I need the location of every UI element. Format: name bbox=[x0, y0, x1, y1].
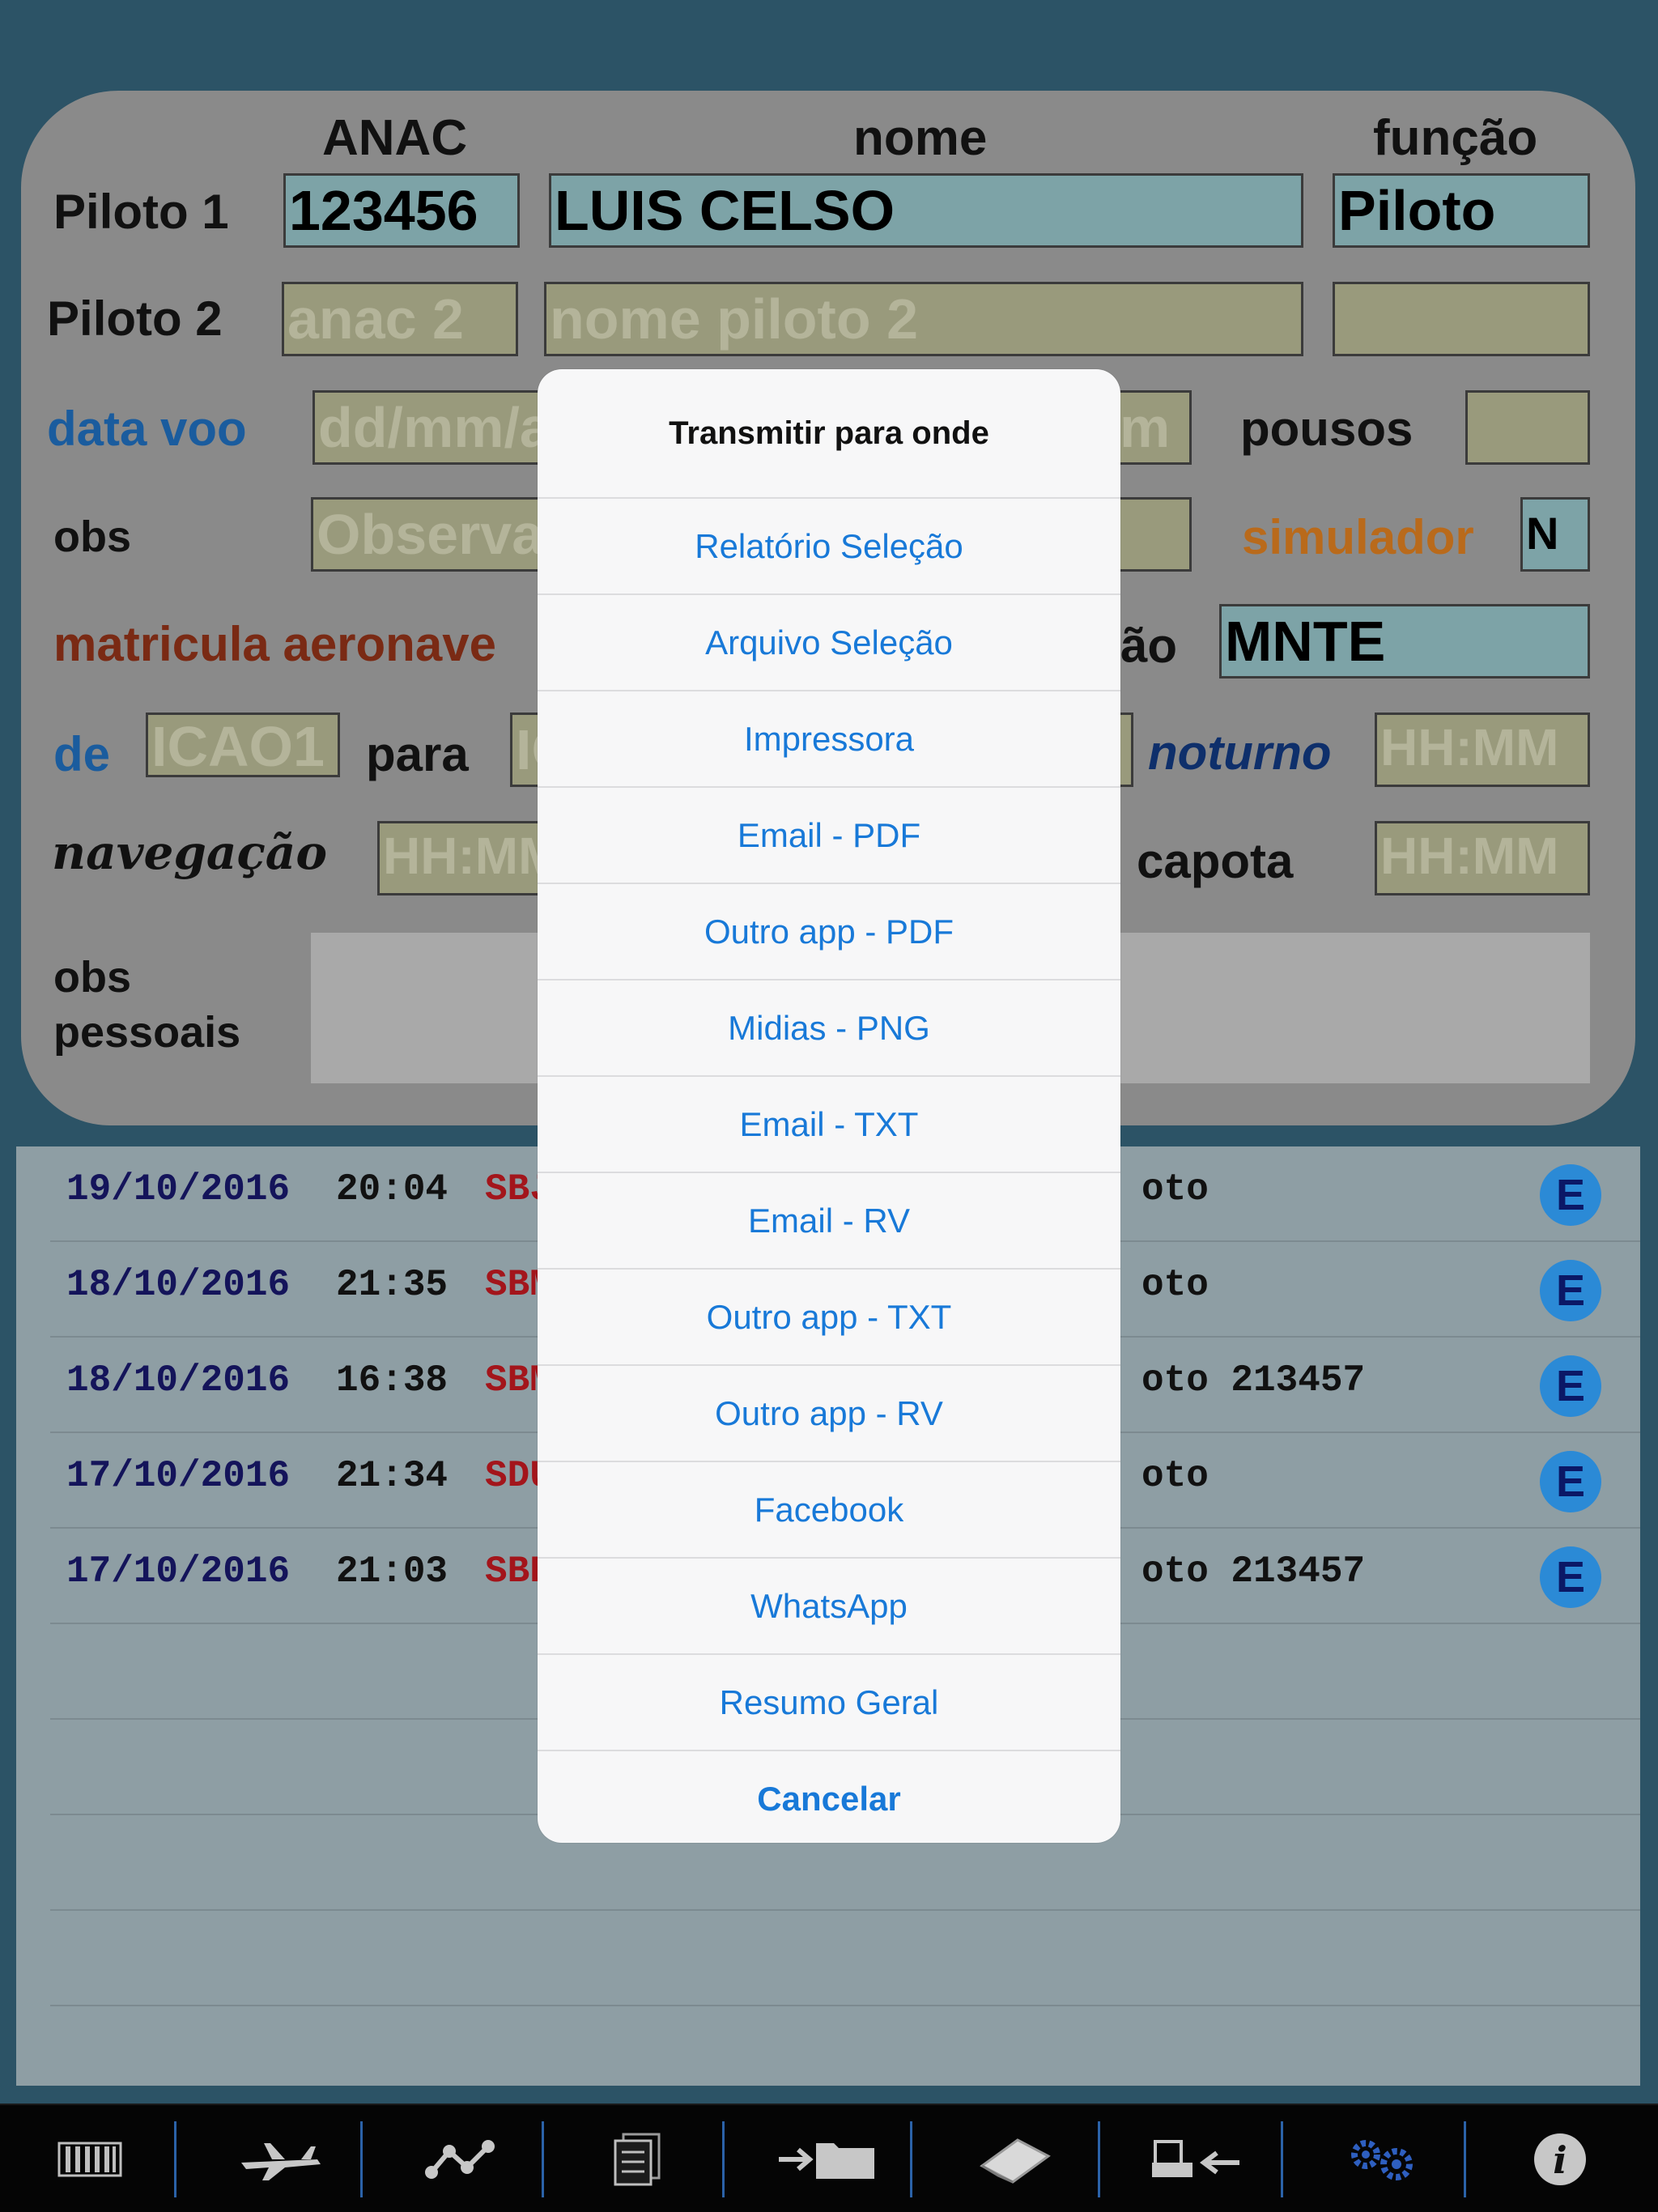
toolbar-divider bbox=[1098, 2121, 1100, 2197]
matricula-label: matricula aeronave bbox=[53, 617, 496, 671]
para-label: para bbox=[366, 727, 469, 781]
option-email-rv[interactable]: Email - RV bbox=[538, 1173, 1120, 1270]
edit-button[interactable]: E bbox=[1540, 1260, 1601, 1321]
noturno-label: noturno bbox=[1148, 725, 1332, 780]
bottom-toolbar: i bbox=[0, 2104, 1658, 2212]
flight-details: oto bbox=[1141, 1168, 1209, 1210]
info-icon[interactable]: i bbox=[1499, 2123, 1621, 2196]
flight-time: 21:03 bbox=[336, 1551, 449, 1593]
pousos-label: pousos bbox=[1240, 402, 1414, 456]
toolbar-divider bbox=[722, 2121, 725, 2197]
header-nome: nome bbox=[853, 110, 988, 166]
data-voo-field[interactable]: dd/mm/a bbox=[312, 390, 546, 465]
flight-date: 19/10/2016 bbox=[66, 1168, 291, 1210]
eraser-icon[interactable] bbox=[954, 2123, 1075, 2196]
flight-date: 18/10/2016 bbox=[66, 1264, 291, 1306]
option-outro-app-pdf[interactable]: Outro app - PDF bbox=[538, 884, 1120, 981]
documents-icon[interactable] bbox=[576, 2123, 698, 2196]
header-funcao: função bbox=[1373, 110, 1538, 166]
option-outro-app-txt[interactable]: Outro app - TXT bbox=[538, 1270, 1120, 1366]
empty-row bbox=[50, 1911, 1640, 2006]
piloto1-funcao-field[interactable]: Piloto bbox=[1333, 173, 1590, 248]
obs-field[interactable]: Observaç bbox=[311, 497, 546, 572]
flight-time: 21:35 bbox=[336, 1264, 449, 1306]
matricula-field[interactable]: MNTE bbox=[1219, 604, 1590, 678]
capota-label: capota bbox=[1137, 834, 1294, 888]
piloto1-label: Piloto 1 bbox=[53, 185, 229, 239]
transmit-action-sheet: Transmitir para onde Relatório Seleção A… bbox=[538, 369, 1120, 1843]
simulador-field[interactable]: N bbox=[1520, 497, 1590, 572]
piloto2-anac-field[interactable]: anac 2 bbox=[282, 282, 518, 356]
folder-import-icon[interactable] bbox=[766, 2123, 887, 2196]
option-whatsapp[interactable]: WhatsApp bbox=[538, 1559, 1120, 1655]
settings-icon[interactable] bbox=[1320, 2123, 1441, 2196]
toolbar-divider bbox=[174, 2121, 176, 2197]
de-label: de bbox=[53, 727, 111, 781]
printer-import-icon[interactable] bbox=[1137, 2123, 1258, 2196]
pousos-field[interactable] bbox=[1465, 390, 1590, 465]
obs-label: obs bbox=[53, 513, 132, 561]
matricula-tail-label: ão bbox=[1120, 619, 1178, 673]
data-voo-end-field[interactable]: m bbox=[1117, 390, 1192, 465]
data-voo-label: data voo bbox=[47, 402, 247, 456]
option-resumo-geral[interactable]: Resumo Geral bbox=[538, 1655, 1120, 1751]
option-relatorio-selecao[interactable]: Relatório Seleção bbox=[538, 499, 1120, 595]
action-sheet-title: Transmitir para onde bbox=[538, 369, 1120, 499]
option-outro-app-rv[interactable]: Outro app - RV bbox=[538, 1366, 1120, 1462]
toolbar-divider bbox=[910, 2121, 912, 2197]
flight-time: 21:34 bbox=[336, 1455, 449, 1497]
capota-field[interactable]: HH:MM bbox=[1375, 821, 1590, 895]
piloto1-nome-field[interactable]: LUIS CELSO bbox=[549, 173, 1303, 248]
option-arquivo-selecao[interactable]: Arquivo Seleção bbox=[538, 595, 1120, 691]
edit-button[interactable]: E bbox=[1540, 1546, 1601, 1608]
flight-date: 17/10/2016 bbox=[66, 1551, 291, 1593]
flight-date: 18/10/2016 bbox=[66, 1359, 291, 1402]
option-email-pdf[interactable]: Email - PDF bbox=[538, 788, 1120, 884]
svg-text:i: i bbox=[1553, 2138, 1567, 2182]
flight-details: oto 213457 bbox=[1141, 1551, 1366, 1593]
option-email-txt[interactable]: Email - TXT bbox=[538, 1077, 1120, 1173]
navegacao-label: navegação bbox=[52, 825, 328, 880]
cancel-button[interactable]: Cancelar bbox=[538, 1751, 1120, 1843]
flight-time: 16:38 bbox=[336, 1359, 449, 1402]
toolbar-divider bbox=[1464, 2121, 1466, 2197]
header-anac: ANAC bbox=[322, 110, 468, 166]
piloto2-nome-field[interactable]: nome piloto 2 bbox=[544, 282, 1303, 356]
toolbar-divider bbox=[1281, 2121, 1283, 2197]
barcode-icon[interactable] bbox=[29, 2123, 151, 2196]
airplane-icon[interactable] bbox=[220, 2123, 342, 2196]
route-icon[interactable] bbox=[400, 2123, 521, 2196]
de-field[interactable]: ICAO1 bbox=[146, 713, 340, 777]
flight-time: 20:04 bbox=[336, 1168, 449, 1210]
flight-details: oto 213457 bbox=[1141, 1359, 1366, 1402]
navegacao-field[interactable]: HH:MM bbox=[377, 821, 546, 895]
piloto1-anac-field[interactable]: 123456 bbox=[283, 173, 520, 248]
edit-button[interactable]: E bbox=[1540, 1355, 1601, 1417]
toolbar-divider bbox=[360, 2121, 363, 2197]
option-impressora[interactable]: Impressora bbox=[538, 691, 1120, 788]
option-midias-png[interactable]: Midias - PNG bbox=[538, 981, 1120, 1077]
toolbar-divider bbox=[542, 2121, 544, 2197]
obs-pessoais-label-2: pessoais bbox=[53, 1008, 241, 1057]
edit-button[interactable]: E bbox=[1540, 1451, 1601, 1512]
edit-button[interactable]: E bbox=[1540, 1164, 1601, 1226]
flight-date: 17/10/2016 bbox=[66, 1455, 291, 1497]
noturno-field[interactable]: HH:MM bbox=[1375, 713, 1590, 787]
simulador-label: simulador bbox=[1242, 510, 1474, 564]
obs-field-end[interactable] bbox=[1117, 497, 1192, 572]
piloto2-funcao-field[interactable] bbox=[1333, 282, 1590, 356]
flight-details: oto bbox=[1141, 1264, 1209, 1306]
obs-pessoais-label-1: obs bbox=[53, 953, 132, 1002]
piloto2-label: Piloto 2 bbox=[47, 291, 223, 346]
option-facebook[interactable]: Facebook bbox=[538, 1462, 1120, 1559]
flight-details: oto bbox=[1141, 1455, 1209, 1497]
